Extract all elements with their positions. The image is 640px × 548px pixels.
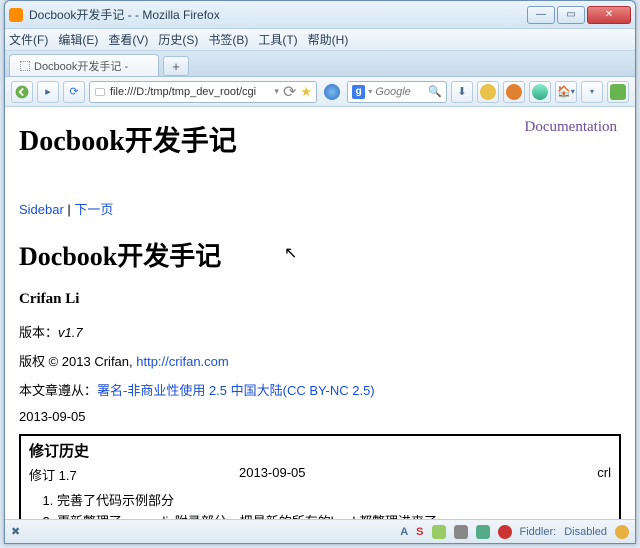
date-line: 2013-09-05 — [19, 409, 621, 424]
menu-edit[interactable]: 编辑(E) — [58, 31, 98, 48]
license-prefix: 本文章遵从： — [19, 383, 97, 398]
url-box[interactable]: ▾ ⟳ ★ — [89, 81, 317, 103]
downloads-button[interactable]: ⬇ — [451, 81, 473, 103]
version-line: 版本：v1.7 — [19, 322, 621, 341]
search-dropdown-icon[interactable]: ▾ — [368, 87, 372, 96]
titlebar: Docbook开发手记 - - Mozilla Firefox — ▭ ✕ — [5, 1, 635, 29]
window-title: Docbook开发手记 - - Mozilla Firefox — [29, 6, 527, 23]
page-proxy-icon — [94, 86, 106, 98]
menu-help[interactable]: 帮助(H) — [308, 31, 349, 48]
search-input[interactable] — [375, 86, 425, 98]
navbar: ▸ ⟳ ▾ ⟳ ★ g ▾ 🔍 ⬇ 🏠▾ ▾ — [5, 77, 635, 107]
search-go-icon[interactable]: 🔍 — [428, 85, 442, 98]
sidebar-link[interactable]: Sidebar — [19, 202, 64, 217]
license-link[interactable]: 署名-非商业性使用 2.5 中国大陆(CC BY-NC 2.5) — [97, 383, 375, 398]
toolbar-button-1[interactable] — [321, 81, 343, 103]
url-input[interactable] — [110, 86, 270, 98]
menu-history[interactable]: 历史(S) — [158, 31, 198, 48]
status-icon-6[interactable] — [615, 525, 629, 539]
toolbar-button-6[interactable] — [607, 81, 629, 103]
close-button[interactable]: ✕ — [587, 6, 631, 24]
status-icon-4[interactable] — [476, 525, 490, 539]
documentation-link[interactable]: Documentation — [525, 119, 617, 136]
revision-date: 2013-09-05 — [239, 465, 561, 484]
menu-view[interactable]: 查看(V) — [108, 31, 148, 48]
revision-row: 修订 1.7 2013-09-05 crl — [29, 465, 611, 484]
revision-heading: 修订历史 — [29, 440, 611, 461]
status-icon-2[interactable] — [432, 525, 446, 539]
bookmark-star-icon[interactable]: ★ — [300, 84, 312, 100]
menu-tools[interactable]: 工具(T) — [258, 31, 297, 48]
author-name: Crifan Li — [19, 291, 621, 308]
menu-file[interactable]: 文件(F) — [9, 31, 48, 48]
fiddler-label: Fiddler: — [520, 526, 557, 538]
copyright-text: 版权 © 2013 Crifan, — [19, 354, 136, 369]
arrow-left-icon — [15, 85, 29, 99]
author-site-link[interactable]: http://crifan.com — [136, 354, 228, 369]
nav-separator: | — [64, 202, 75, 217]
menubar: 文件(F) 编辑(E) 查看(V) 历史(S) 书签(B) 工具(T) 帮助(H… — [5, 29, 635, 51]
status-icon-3[interactable] — [454, 525, 468, 539]
stop-reload-icon[interactable]: ⟳ — [283, 82, 296, 102]
list-item: 完善了代码示例部分 — [57, 490, 611, 509]
page-icon — [20, 61, 30, 71]
green-square-icon — [610, 84, 626, 100]
minimize-button[interactable]: — — [527, 6, 555, 24]
url-dropdown-icon[interactable]: ▾ — [274, 86, 279, 97]
version-label: 版本： — [19, 325, 58, 340]
orange-icon — [506, 84, 522, 100]
menu-bookmarks[interactable]: 书签(B) — [208, 31, 248, 48]
blue-globe-icon — [324, 84, 340, 100]
revision-list: 完善了代码示例部分 更新整理了appendix附录部分，把最新的所有的book都… — [29, 490, 611, 519]
status-icon-5[interactable] — [498, 525, 512, 539]
green-icon — [532, 84, 548, 100]
toolbar-button-2[interactable] — [477, 81, 499, 103]
revision-history-box: 修订历史 修订 1.7 2013-09-05 crl 完善了代码示例部分 更新整… — [19, 434, 621, 519]
maximize-button[interactable]: ▭ — [557, 6, 585, 24]
home-button[interactable]: 🏠▾ — [555, 81, 577, 103]
status-icon-1[interactable]: ✖ — [11, 525, 20, 538]
firefox-icon — [9, 8, 23, 22]
reload-button[interactable]: ⟳ — [63, 81, 85, 103]
doc-title: Docbook开发手记 — [19, 236, 621, 273]
content-viewport: Documentation Docbook开发手记 ↖ Sidebar | 下一… — [5, 107, 635, 519]
tab-active[interactable]: Docbook开发手记 - — [9, 54, 159, 76]
list-item: 更新整理了appendix附录部分，把最新的所有的book都整理进来了 — [57, 511, 611, 519]
yellow-icon — [480, 84, 496, 100]
doc-nav: Sidebar | 下一页 — [19, 199, 621, 218]
license-line: 本文章遵从：署名-非商业性使用 2.5 中国大陆(CC BY-NC 2.5) — [19, 380, 621, 399]
tab-label: Docbook开发手记 - — [34, 58, 128, 74]
status-letter-a[interactable]: A — [400, 526, 408, 538]
tabstrip: Docbook开发手记 - + — [5, 51, 635, 77]
copyright-line: 版权 © 2013 Crifan, http://crifan.com — [19, 351, 621, 370]
status-letter-s[interactable]: S — [416, 526, 423, 538]
revision-number: 修订 1.7 — [29, 465, 239, 484]
version-value: v1.7 — [58, 325, 83, 340]
google-icon: g — [352, 85, 365, 99]
statusbar: ✖ A S Fiddler: Disabled — [5, 519, 635, 543]
fiddler-value: Disabled — [564, 526, 607, 538]
next-page-link[interactable]: 下一页 — [74, 202, 113, 217]
toolbar-button-4[interactable] — [529, 81, 551, 103]
new-tab-button[interactable]: + — [163, 56, 189, 76]
revision-author: crl — [561, 465, 611, 484]
toolbar-button-3[interactable] — [503, 81, 525, 103]
forward-button[interactable]: ▸ — [37, 81, 59, 103]
back-button[interactable] — [11, 81, 33, 103]
toolbar-button-5[interactable]: ▾ — [581, 81, 603, 103]
search-box[interactable]: g ▾ 🔍 — [347, 81, 447, 103]
